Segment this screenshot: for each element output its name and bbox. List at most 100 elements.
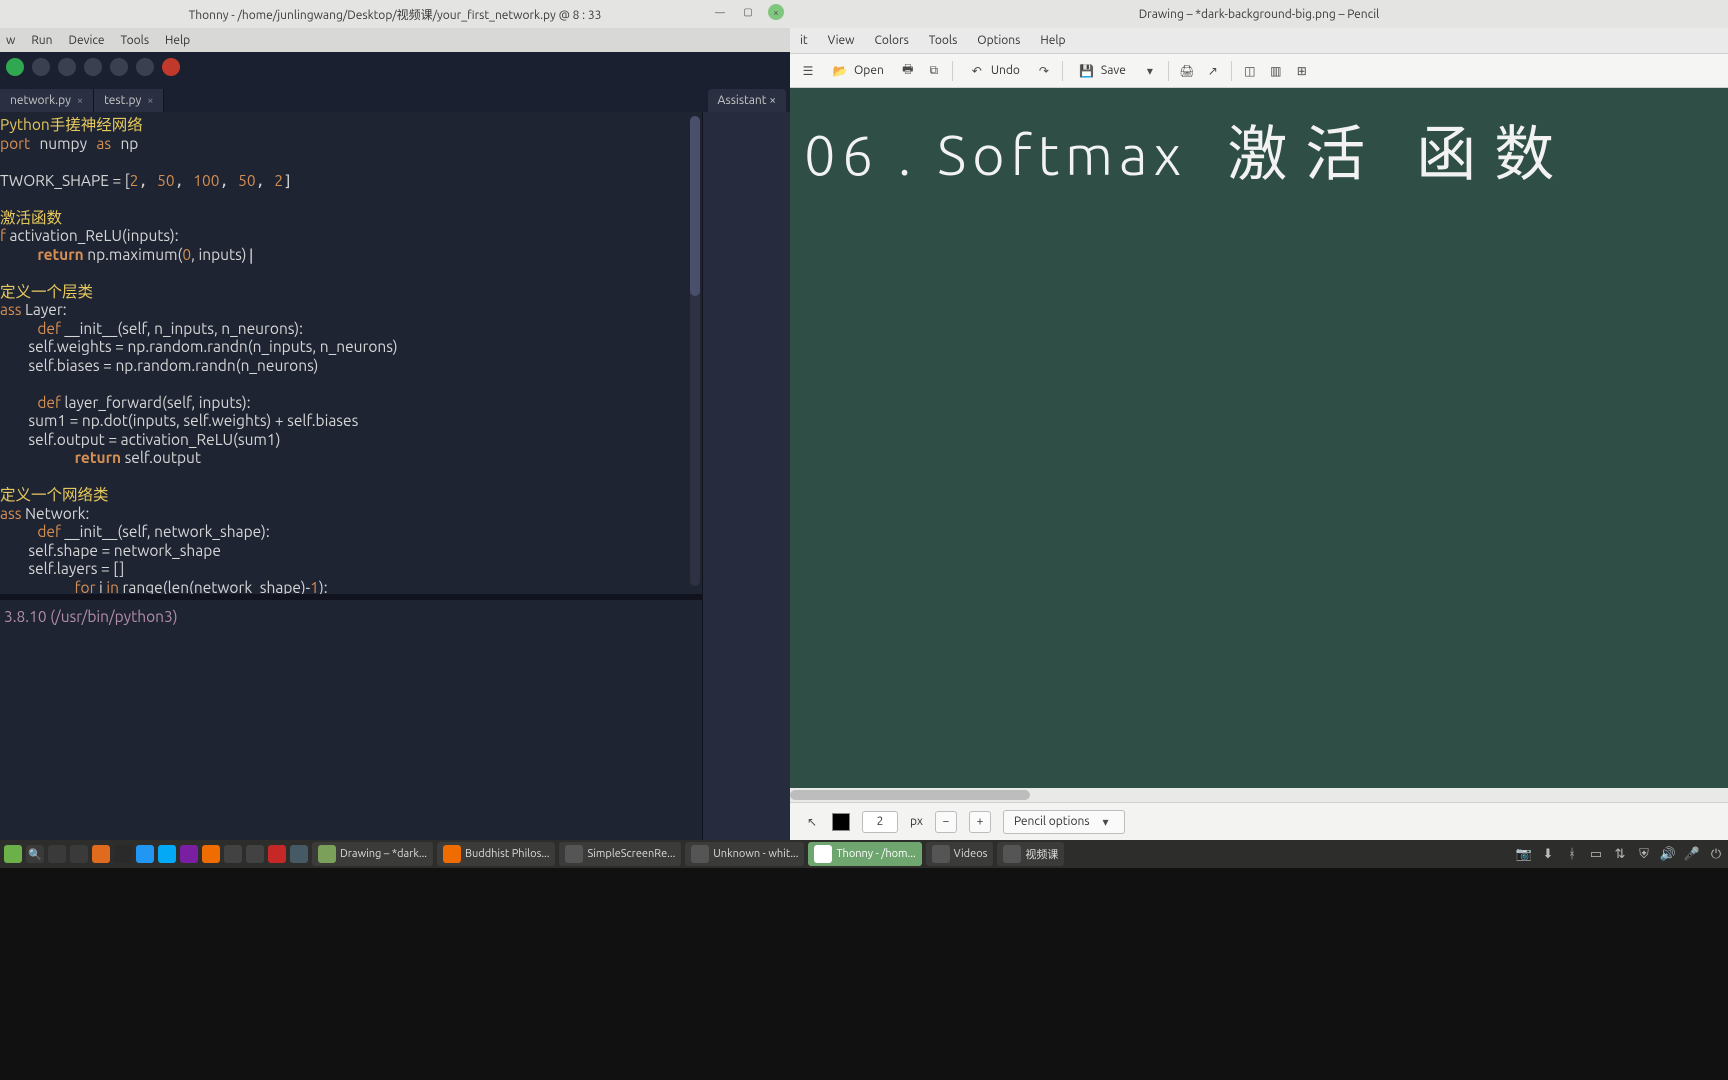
code-id: self.output (121, 449, 201, 466)
layout-2-icon[interactable]: ▥ (1268, 63, 1284, 79)
app6-icon[interactable] (290, 845, 308, 863)
code-editor[interactable]: Python手搓神经网络 port numpy as np TWORK_SHAP… (0, 112, 702, 840)
app2-icon[interactable] (158, 845, 176, 863)
app3-icon[interactable] (202, 845, 220, 863)
hamburger-icon[interactable]: ☰ (800, 63, 816, 79)
app1-icon[interactable] (136, 845, 154, 863)
step-over-button[interactable] (58, 58, 76, 76)
menu-help[interactable]: Help (165, 34, 190, 47)
search-icon[interactable]: 🔍 (26, 845, 44, 863)
mic-tray-icon[interactable]: 🎤 (1684, 846, 1700, 862)
resume-button[interactable] (136, 58, 154, 76)
app4-icon[interactable] (246, 845, 264, 863)
canvas-hscrollbar[interactable] (790, 788, 1728, 802)
code-num: 100 (193, 172, 219, 189)
terminal-icon[interactable] (48, 845, 66, 863)
bluetooth-tray-icon[interactable]: ᚼ (1564, 846, 1580, 862)
maximize-icon[interactable]: ▢ (740, 4, 756, 20)
code-comment: 定义一个层类 (0, 283, 93, 300)
run-button[interactable] (6, 58, 24, 76)
files-icon[interactable] (70, 845, 88, 863)
media-icon[interactable] (180, 845, 198, 863)
network-tray-icon[interactable]: ⇅ (1612, 846, 1628, 862)
new-layer-icon[interactable]: ⊞ (1294, 63, 1310, 79)
code-num: 50 (157, 172, 174, 189)
close-icon[interactable]: × (768, 4, 784, 20)
editor-scrollbar[interactable] (690, 116, 700, 586)
drawing-canvas[interactable]: 06 . Softmax 激活 函数 (790, 88, 1728, 788)
increase-button[interactable]: + (969, 811, 991, 833)
thonny-titlebar[interactable]: Thonny - /home/junlingwang/Desktop/视频课/y… (0, 0, 790, 28)
tab-network[interactable]: network.py × (0, 89, 94, 112)
taskbar-item-videos-cn[interactable]: 视频课 (997, 842, 1064, 866)
menu-view[interactable]: w (6, 34, 15, 47)
layout-1-icon[interactable]: ◫ (1242, 63, 1258, 79)
shell-panel[interactable]: 3.8.10 (/usr/bin/python3) (0, 594, 702, 822)
tab-test[interactable]: test.py × (94, 89, 164, 112)
assistant-panel-tab[interactable]: Assistant × (708, 89, 786, 112)
save-label: Save (1101, 64, 1126, 77)
printer-icon[interactable]: 🖨 (1179, 63, 1195, 79)
copy-icon[interactable]: ⧉ (926, 63, 942, 79)
open-button[interactable]: 📂 Open (826, 59, 890, 83)
brush-size-input[interactable]: 2 (862, 811, 898, 833)
menu-device[interactable]: Device (69, 34, 105, 47)
undo-button[interactable]: ↶ Undo (963, 59, 1026, 83)
save-button[interactable]: 💾 Save (1073, 59, 1132, 83)
scrollbar-thumb[interactable] (690, 116, 700, 296)
firefox-icon[interactable] (92, 845, 110, 863)
menu-run[interactable]: Run (31, 34, 52, 47)
camera-icon[interactable] (224, 845, 242, 863)
menu-view[interactable]: View (828, 34, 855, 47)
color-swatch[interactable] (832, 813, 850, 831)
taskbar-item-unknown[interactable]: Unknown - whit... (685, 842, 804, 866)
start-menu-icon[interactable] (4, 845, 22, 863)
handwriting-english: Softmax (937, 123, 1187, 186)
menu-edit[interactable]: it (800, 34, 808, 47)
pointer-icon[interactable]: ↖ (804, 814, 820, 830)
volume-tray-icon[interactable]: 🔊 (1660, 846, 1676, 862)
debug-button[interactable] (32, 58, 50, 76)
taskbar-item-thonny[interactable]: Thonny - /hom... (808, 842, 921, 866)
app5-icon[interactable] (268, 845, 286, 863)
menu-help[interactable]: Help (1040, 34, 1065, 47)
scrollbar-thumb[interactable] (790, 790, 1030, 800)
assistant-close-icon[interactable]: × (769, 94, 776, 107)
step-into-button[interactable] (84, 58, 102, 76)
redo-icon[interactable]: ↷ (1036, 63, 1052, 79)
pencil-options-dropdown[interactable]: Pencil options ▾ (1003, 810, 1125, 834)
decrease-button[interactable]: − (935, 811, 957, 833)
display-tray-icon[interactable]: ▭ (1588, 846, 1604, 862)
tab-close-icon[interactable]: × (147, 95, 153, 107)
power-tray-icon[interactable]: ⏻ (1708, 846, 1724, 862)
pencil-options-label: Pencil options (1014, 815, 1090, 828)
step-out-button[interactable] (110, 58, 128, 76)
taskbar-item-screenrec[interactable]: SimpleScreenRe... (559, 842, 681, 866)
code-id: numpy (39, 135, 87, 152)
code-line: self.weights = np.random.randn(n_inputs,… (0, 338, 398, 355)
share-icon[interactable]: ↗ (1205, 63, 1221, 79)
taskbar-item-videos[interactable]: Videos (926, 842, 994, 866)
shield-tray-icon[interactable]: ⛨ (1636, 846, 1652, 862)
print-icon[interactable]: 🖶 (900, 63, 916, 79)
code-id: np (120, 135, 138, 152)
menu-tools[interactable]: Tools (121, 34, 150, 47)
code-line: self.layers = [] (0, 560, 124, 577)
chevron-down-icon[interactable]: ▾ (1142, 63, 1158, 79)
menu-tools[interactable]: Tools (929, 34, 958, 47)
kw-for: for (75, 579, 96, 595)
minimize-icon[interactable]: — (712, 4, 728, 20)
taskbar-item-buddhist[interactable]: Buddhist Philos... (437, 842, 555, 866)
menu-colors[interactable]: Colors (875, 34, 909, 47)
menu-options[interactable]: Options (977, 34, 1020, 47)
tab-close-icon[interactable]: × (77, 95, 83, 107)
stop-button[interactable] (162, 58, 180, 76)
desktop-filler (0, 868, 1728, 1080)
taskbar-item-drawing[interactable]: Drawing – *dark... (312, 842, 433, 866)
code-content[interactable]: Python手搓神经网络 port numpy as np TWORK_SHAP… (0, 112, 702, 594)
pencil-titlebar[interactable]: Drawing – *dark-background-big.png – Pen… (790, 0, 1728, 28)
console-icon[interactable] (114, 845, 132, 863)
camera-tray-icon[interactable]: 📷 (1516, 846, 1532, 862)
handwriting-chinese: 激活 函数 (1227, 122, 1572, 188)
updates-tray-icon[interactable]: ⬇ (1540, 846, 1556, 862)
